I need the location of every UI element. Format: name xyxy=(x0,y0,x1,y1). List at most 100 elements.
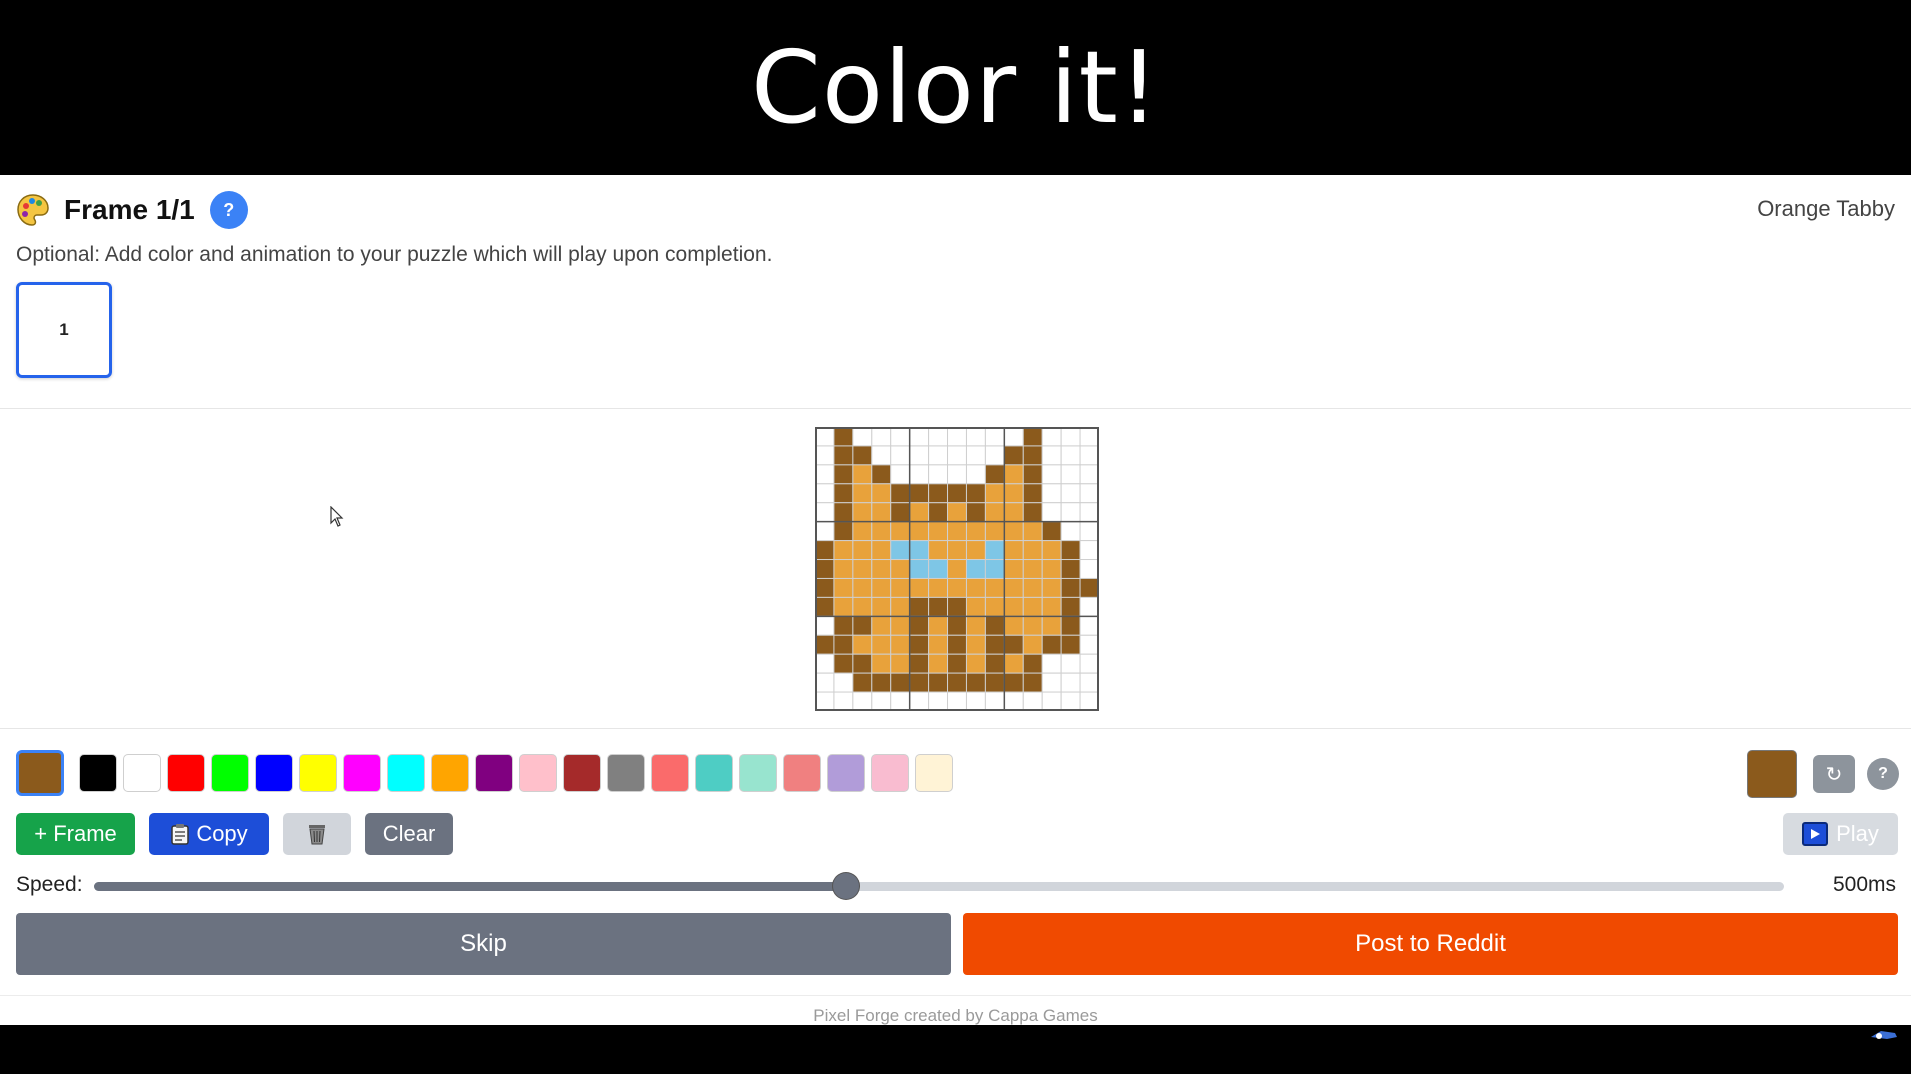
pixel-cell[interactable] xyxy=(1060,502,1081,523)
pixel-cell[interactable] xyxy=(1003,502,1024,523)
pixel-cell[interactable] xyxy=(852,521,873,542)
pixel-cell[interactable] xyxy=(909,634,930,655)
pixel-cell[interactable] xyxy=(852,426,873,447)
pixel-cell[interactable] xyxy=(833,615,854,636)
pixel-cell[interactable] xyxy=(833,596,854,617)
pixel-cell[interactable] xyxy=(928,691,949,712)
color-swatch[interactable] xyxy=(739,754,777,792)
pixel-cell[interactable] xyxy=(814,521,835,542)
pixel-cell[interactable] xyxy=(965,653,986,674)
pixel-cell[interactable] xyxy=(833,672,854,693)
pixel-cell[interactable] xyxy=(1060,483,1081,504)
pixel-cell[interactable] xyxy=(814,464,835,485)
pixel-cell[interactable] xyxy=(984,559,1005,579)
pixel-cell[interactable] xyxy=(1079,445,1100,466)
color-swatch[interactable] xyxy=(607,754,645,792)
pixel-cell[interactable] xyxy=(1003,615,1024,636)
pixel-cell[interactable] xyxy=(1003,559,1024,579)
pixel-cell[interactable] xyxy=(871,577,892,598)
pixel-cell[interactable] xyxy=(890,483,911,504)
pixel-cell[interactable] xyxy=(1003,426,1024,447)
pixel-cell[interactable] xyxy=(965,672,986,693)
pixel-cell[interactable] xyxy=(984,634,1005,655)
play-button[interactable]: Play xyxy=(1783,813,1898,855)
pixel-cell[interactable] xyxy=(984,540,1005,561)
pixel-cell[interactable] xyxy=(852,483,873,504)
pixel-cell[interactable] xyxy=(890,559,911,579)
pixel-cell[interactable] xyxy=(1022,521,1043,542)
pixel-canvas[interactable] xyxy=(814,426,1100,712)
pixel-cell[interactable] xyxy=(833,445,854,466)
pixel-cell[interactable] xyxy=(928,559,949,579)
pixel-cell[interactable] xyxy=(947,672,967,693)
pixel-cell[interactable] xyxy=(1060,521,1081,542)
pixel-cell[interactable] xyxy=(852,445,873,466)
pixel-cell[interactable] xyxy=(833,540,854,561)
pixel-cell[interactable] xyxy=(947,634,967,655)
pixel-cell[interactable] xyxy=(1060,596,1081,617)
pixel-cell[interactable] xyxy=(909,521,930,542)
pixel-cell[interactable] xyxy=(928,445,949,466)
pixel-cell[interactable] xyxy=(909,540,930,561)
color-swatch[interactable] xyxy=(343,754,381,792)
pixel-cell[interactable] xyxy=(1060,464,1081,485)
pixel-cell[interactable] xyxy=(947,559,967,579)
pixel-cell[interactable] xyxy=(909,577,930,598)
pixel-cell[interactable] xyxy=(890,445,911,466)
pixel-cell[interactable] xyxy=(965,521,986,542)
color-swatch[interactable] xyxy=(211,754,249,792)
pixel-cell[interactable] xyxy=(1041,521,1062,542)
pixel-cell[interactable] xyxy=(814,483,835,504)
pixel-cell[interactable] xyxy=(947,464,967,485)
pixel-cell[interactable] xyxy=(890,653,911,674)
add-frame-button[interactable]: + Frame xyxy=(16,813,135,855)
pixel-cell[interactable] xyxy=(1079,559,1100,579)
pixel-cell[interactable] xyxy=(1041,464,1062,485)
pixel-cell[interactable] xyxy=(852,653,873,674)
pixel-cell[interactable] xyxy=(965,502,986,523)
frame-thumbnail-1[interactable]: 1 xyxy=(16,282,112,378)
pixel-cell[interactable] xyxy=(984,426,1005,447)
delete-frame-button[interactable] xyxy=(283,813,351,855)
pixel-cell[interactable] xyxy=(909,615,930,636)
pixel-cell[interactable] xyxy=(947,540,967,561)
pixel-cell[interactable] xyxy=(871,672,892,693)
pixel-cell[interactable] xyxy=(909,445,930,466)
pixel-grid[interactable] xyxy=(814,426,1100,712)
pixel-cell[interactable] xyxy=(1022,691,1043,712)
pixel-cell[interactable] xyxy=(890,615,911,636)
pixel-cell[interactable] xyxy=(965,483,986,504)
pixel-cell[interactable] xyxy=(1041,596,1062,617)
pixel-cell[interactable] xyxy=(965,559,986,579)
clear-button[interactable]: Clear xyxy=(365,813,453,855)
pixel-cell[interactable] xyxy=(928,540,949,561)
color-help-button[interactable]: ? xyxy=(1867,758,1899,790)
current-color-preview[interactable] xyxy=(1747,750,1797,798)
pixel-cell[interactable] xyxy=(1079,691,1100,712)
color-swatch[interactable] xyxy=(915,754,953,792)
pixel-cell[interactable] xyxy=(984,596,1005,617)
pixel-cell[interactable] xyxy=(871,653,892,674)
pixel-cell[interactable] xyxy=(1079,464,1100,485)
pixel-cell[interactable] xyxy=(1041,653,1062,674)
pixel-cell[interactable] xyxy=(890,577,911,598)
pixel-cell[interactable] xyxy=(833,577,854,598)
pixel-cell[interactable] xyxy=(890,426,911,447)
pixel-cell[interactable] xyxy=(1003,577,1024,598)
pixel-cell[interactable] xyxy=(833,464,854,485)
pixel-cell[interactable] xyxy=(928,634,949,655)
pixel-cell[interactable] xyxy=(890,502,911,523)
pixel-cell[interactable] xyxy=(1003,540,1024,561)
pixel-cell[interactable] xyxy=(1022,559,1043,579)
pixel-cell[interactable] xyxy=(965,634,986,655)
pixel-cell[interactable] xyxy=(984,445,1005,466)
pixel-cell[interactable] xyxy=(1041,445,1062,466)
pixel-cell[interactable] xyxy=(1079,540,1100,561)
pixel-cell[interactable] xyxy=(928,577,949,598)
pixel-cell[interactable] xyxy=(1079,502,1100,523)
pixel-cell[interactable] xyxy=(814,445,835,466)
pixel-cell[interactable] xyxy=(1041,615,1062,636)
pixel-cell[interactable] xyxy=(890,540,911,561)
pixel-cell[interactable] xyxy=(1060,691,1081,712)
pixel-cell[interactable] xyxy=(928,653,949,674)
